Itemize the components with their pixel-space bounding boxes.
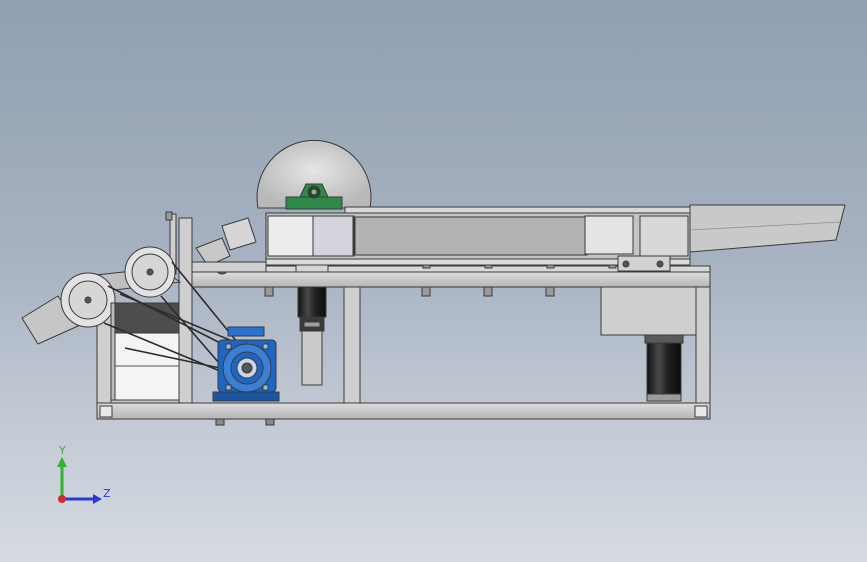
- cutting-disc: [256, 139, 372, 210]
- conveyor-window: [312, 215, 354, 257]
- feed-pulley-upper: [124, 246, 176, 298]
- axis-triad: Y Z: [57, 444, 111, 504]
- frame-leg: [178, 217, 193, 404]
- frame-leg: [695, 271, 711, 404]
- machine-assembly: [21, 139, 846, 426]
- z-arrow-head: [93, 494, 102, 504]
- upper-servo-motor: [295, 255, 329, 332]
- x-axis-dot: [58, 495, 66, 503]
- base-bolt: [265, 418, 275, 426]
- conveyor-end-block: [639, 215, 689, 257]
- frame-leg: [343, 286, 361, 404]
- bracket-bolt: [656, 260, 664, 268]
- z-axis-label: Z: [103, 487, 111, 500]
- y-axis-label: Y: [58, 444, 66, 457]
- y-arrow-head: [57, 457, 67, 467]
- conveyor-right-block: [584, 215, 634, 255]
- mid-frame-beam: [191, 271, 711, 288]
- feed-pulley-lower: [60, 272, 116, 328]
- right-servo-motor: [644, 334, 684, 402]
- conveyor-top-rail: [344, 206, 691, 214]
- conveyor-inner: [354, 216, 588, 256]
- base-foot-right: [694, 405, 708, 418]
- cad-viewport[interactable]: Y Z: [0, 0, 867, 562]
- drive-motor: [212, 326, 280, 402]
- right-control-box: [600, 286, 697, 336]
- bracket-bolt: [622, 260, 630, 268]
- base-foot-left: [99, 405, 113, 418]
- base-frame-beam: [96, 402, 711, 420]
- base-bolt: [215, 418, 225, 426]
